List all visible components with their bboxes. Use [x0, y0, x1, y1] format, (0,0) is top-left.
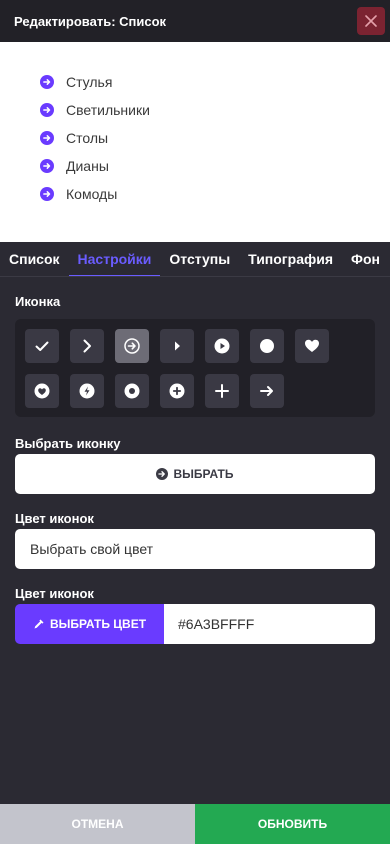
tab-1[interactable]: Настройки: [68, 242, 161, 276]
choose-button-label: ВЫБРАТЬ: [173, 467, 234, 481]
close-button[interactable]: [357, 7, 385, 35]
plus-circle-icon: [169, 383, 185, 399]
arrow-right-icon: [260, 386, 273, 396]
cancel-button[interactable]: ОТМЕНА: [0, 804, 195, 844]
dialog-footer: ОТМЕНА ОБНОВИТЬ: [0, 804, 390, 844]
arrow-circle-right-icon: [40, 159, 54, 173]
dialog-header: Редактировать: Список: [0, 0, 390, 42]
settings-tabs: Список Настройки Отступы Типография Фон: [0, 242, 390, 277]
bolt-circle-icon: [79, 383, 95, 399]
custom-color-input[interactable]: [15, 529, 375, 569]
pick-color-button[interactable]: ВЫБРАТЬ ЦВЕТ: [15, 604, 164, 644]
choose-icon-button[interactable]: ВЫБРАТЬ: [15, 454, 375, 494]
list-item: Дианы: [40, 152, 390, 180]
arrow-circle-right-icon: [156, 468, 169, 480]
list-item-label: Комоды: [66, 186, 118, 202]
play-circle-icon: [214, 338, 230, 354]
heart-icon: [305, 339, 319, 352]
icon-option-heart[interactable]: [295, 329, 329, 363]
icon-option-arrow-right[interactable]: [250, 374, 284, 408]
list-item: Стулья: [40, 68, 390, 96]
icon-color-label: Цвет иконок: [15, 511, 94, 526]
hex-color-input[interactable]: [164, 604, 375, 644]
list-item: Столы: [40, 124, 390, 152]
check-icon: [35, 341, 49, 351]
icon-option-circle[interactable]: [250, 329, 284, 363]
choose-icon-label: Выбрать иконку: [15, 436, 121, 451]
tab-4[interactable]: Фон: [342, 242, 389, 276]
icon-option-caret-right[interactable]: [160, 329, 194, 363]
icon-color-label-2: Цвет иконок: [15, 586, 94, 601]
icon-option-chevron-right[interactable]: [70, 329, 104, 363]
list-preview: Стулья Светильники Столы Дианы Комоды: [0, 42, 390, 242]
close-icon: [365, 15, 377, 27]
list-item-label: Светильники: [66, 102, 150, 118]
heart-circle-icon: [34, 383, 50, 399]
color-picker-row: ВЫБРАТЬ ЦВЕТ: [15, 604, 375, 644]
tab-2[interactable]: Отступы: [160, 242, 239, 276]
list-item-label: Дианы: [66, 158, 109, 174]
caret-right-icon: [175, 341, 180, 351]
arrow-circle-right-icon: [40, 131, 54, 145]
icon-option-arrow-circle-right[interactable]: [115, 329, 149, 363]
plus-icon: [215, 384, 229, 398]
arrow-circle-right-icon: [40, 103, 54, 117]
tab-3[interactable]: Типография: [239, 242, 342, 276]
icon-option-check[interactable]: [25, 329, 59, 363]
arrow-circle-right-icon: [40, 187, 54, 201]
circle-icon: [260, 339, 274, 353]
icon-option-plus-circle[interactable]: [160, 374, 194, 408]
arrow-circle-right-icon: [124, 338, 140, 354]
list-item-label: Стулья: [66, 74, 113, 90]
icon-option-dot-circle[interactable]: [115, 374, 149, 408]
pick-color-label: ВЫБРАТЬ ЦВЕТ: [49, 617, 147, 631]
list-item-label: Столы: [66, 130, 109, 146]
icon-option-play-circle[interactable]: [205, 329, 239, 363]
dialog-title: Редактировать: Список: [14, 13, 167, 29]
update-button[interactable]: ОБНОВИТЬ: [195, 804, 390, 844]
icon-section-label: Иконка: [15, 294, 61, 309]
icon-option-bolt-circle[interactable]: [70, 374, 104, 408]
icon-option-heart-circle[interactable]: [25, 374, 59, 408]
icon-option-plus[interactable]: [205, 374, 239, 408]
preview-list: Стулья Светильники Столы Дианы Комоды: [0, 42, 390, 208]
eyedropper-icon: [34, 619, 44, 629]
icon-picker-panel: [15, 319, 375, 417]
list-item: Комоды: [40, 180, 390, 208]
dot-circle-icon: [124, 383, 140, 399]
list-item: Светильники: [40, 96, 390, 124]
tab-0[interactable]: Список: [0, 242, 69, 276]
arrow-circle-right-icon: [40, 75, 54, 89]
chevron-right-icon: [83, 339, 91, 353]
